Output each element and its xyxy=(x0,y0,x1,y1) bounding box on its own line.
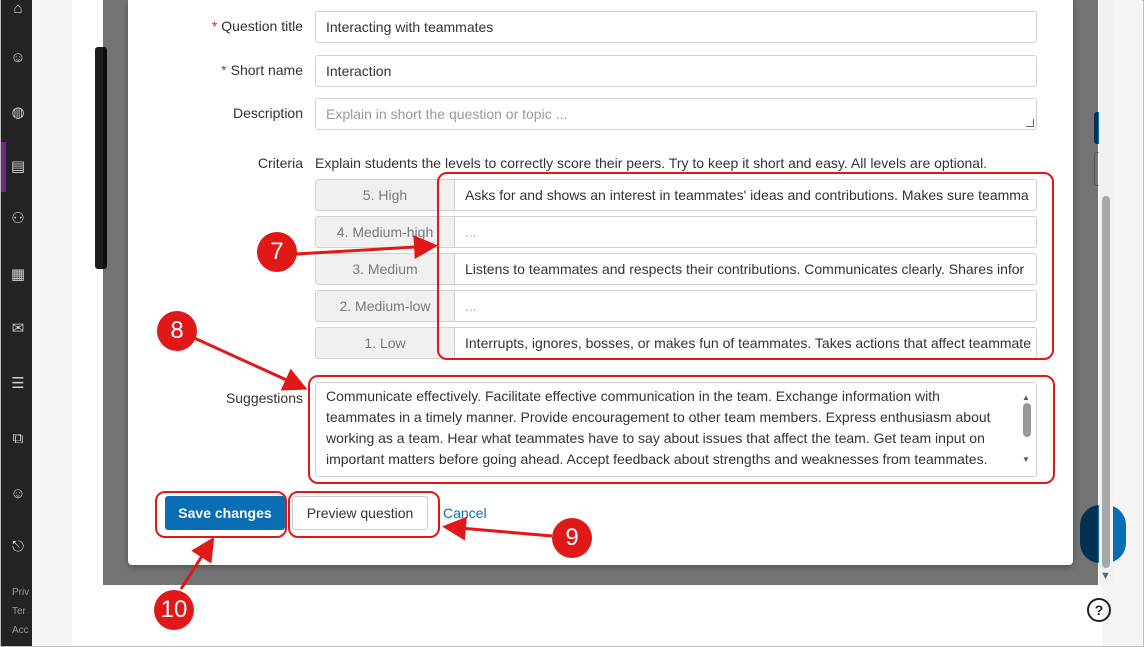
annotation-badge-8: 8 xyxy=(157,311,197,351)
scroll-down-arrow-icon[interactable]: ▼ xyxy=(1100,570,1111,582)
suggestions-label: Suggestions xyxy=(225,390,303,406)
profile-icon[interactable]: ☺ xyxy=(9,49,27,67)
resize-handle-icon[interactable] xyxy=(1026,119,1034,127)
criteria-level-name: 5. High xyxy=(315,179,455,211)
groups-icon[interactable]: ⚇ xyxy=(9,210,27,228)
cancel-link[interactable]: Cancel xyxy=(443,505,487,521)
description-textarea[interactable]: Explain in short the question or topic .… xyxy=(315,98,1037,130)
highlight-suggestions xyxy=(308,375,1055,484)
footer-terms[interactable]: Ter xyxy=(12,605,26,619)
globe-icon[interactable]: ◍ xyxy=(9,104,27,122)
highlight-preview-button xyxy=(288,491,440,538)
courses-icon[interactable]: ▤ xyxy=(9,158,27,176)
highlight-criteria-levels xyxy=(437,172,1054,360)
institution-icon[interactable]: ⌂ xyxy=(9,0,27,18)
question-title-input[interactable]: Interacting with teammates xyxy=(315,11,1037,43)
question-title-label: * Question title xyxy=(211,18,303,34)
tools-icon[interactable]: ⧉ xyxy=(9,430,27,448)
calendar-icon[interactable]: ▦ xyxy=(9,266,27,284)
criteria-level-name: 3. Medium xyxy=(315,253,455,285)
annotation-badge-9: 9 xyxy=(552,518,592,558)
criteria-label: Criteria xyxy=(257,155,303,171)
annotation-badge-7: 7 xyxy=(257,232,297,272)
active-indicator xyxy=(1,142,6,192)
description-label: Description xyxy=(232,105,303,121)
footer-privacy[interactable]: Priv xyxy=(12,586,29,600)
criteria-help-text: Explain students the levels to correctly… xyxy=(315,155,988,171)
user-icon[interactable]: ☺ xyxy=(9,485,27,503)
grades-icon[interactable]: ☰ xyxy=(9,375,27,393)
short-name-input[interactable]: Interaction xyxy=(315,55,1037,87)
signout-icon[interactable]: ⎋ xyxy=(9,538,27,556)
help-icon[interactable]: ? xyxy=(1087,598,1111,622)
short-name-label: * Short name xyxy=(221,62,303,78)
messages-icon[interactable]: ✉ xyxy=(9,320,27,338)
page-scrollbar-thumb[interactable] xyxy=(1102,196,1110,568)
footer-accessibility[interactable]: Acc xyxy=(12,624,29,638)
annotation-badge-10: 10 xyxy=(154,590,194,630)
criteria-level-name: 2. Medium-low xyxy=(315,290,455,322)
criteria-level-name: 4. Medium-high xyxy=(315,216,455,248)
criteria-level-name: 1. Low xyxy=(315,327,455,359)
left-navigation: ⌂ ☺ ◍ ▤ ⚇ ▦ ✉ ☰ ⧉ ☺ ⎋ Priv Ter Acc xyxy=(1,0,32,646)
highlight-save-button xyxy=(155,491,287,538)
